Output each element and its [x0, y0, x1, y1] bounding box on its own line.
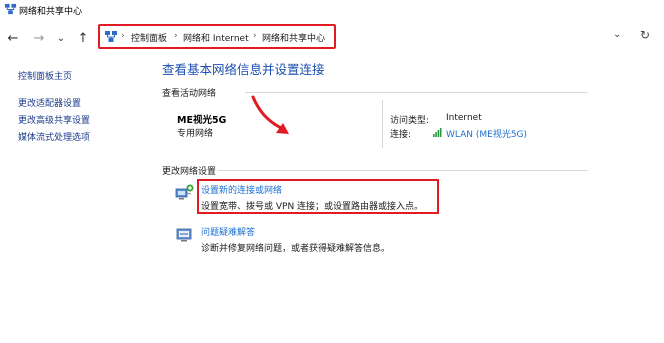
refresh-icon[interactable]: ↻: [640, 28, 650, 42]
setup-new-connection-link[interactable]: 设置新的连接或网络: [201, 183, 282, 196]
troubleshoot-link[interactable]: 问题疑难解答: [201, 225, 255, 238]
wifi-signal-icon: [433, 128, 442, 137]
forward-button[interactable]: →: [30, 29, 48, 47]
title-bar: 网络和共享中心: [0, 0, 664, 20]
network-type: 专用网络: [177, 129, 214, 139]
connection-wlan-text[interactable]: WLAN (ME视光5G): [446, 130, 527, 140]
breadcrumb-network-sharing-center[interactable]: 网络和共享中心: [262, 31, 325, 44]
sidebar-item-advanced-sharing[interactable]: 更改高级共享设置: [18, 113, 90, 126]
sidebar-item-media-streaming[interactable]: 媒体流式处理选项: [18, 130, 90, 143]
breadcrumb-control-panel[interactable]: 控制面板: [131, 31, 167, 44]
network-center-icon: [4, 3, 17, 15]
sidebar-item-change-adapter-settings[interactable]: 更改适配器设置: [18, 96, 81, 109]
forward-arrow-icon: →: [33, 30, 45, 46]
connection-wlan-link[interactable]: WLAN (ME视光5G): [446, 127, 527, 140]
up-button[interactable]: ↑: [74, 29, 92, 47]
annotation-arrow-icon: [251, 95, 289, 134]
chevron-down-icon: ⌄: [56, 32, 66, 44]
sidebar-item-control-panel-home[interactable]: 控制面板主页: [18, 69, 72, 82]
breadcrumb-network-internet[interactable]: 网络和 Internet: [183, 31, 249, 44]
vertical-divider: [382, 100, 383, 148]
setup-new-connection-desc: 设置宽带、拨号或 VPN 连接；或设置路由器或接入点。: [201, 202, 424, 212]
active-networks-label: 查看活动网络: [162, 89, 217, 99]
change-settings-label: 更改网络设置: [162, 167, 217, 177]
recent-locations-button[interactable]: ⌄: [52, 29, 70, 47]
network-name: ME视光5G: [177, 115, 227, 126]
back-button[interactable]: ←: [4, 29, 22, 47]
section-divider: [218, 170, 588, 171]
breadcrumb-separator: ›: [253, 31, 257, 41]
connections-label: 连接:: [390, 130, 412, 140]
breadcrumb-separator: ›: [174, 31, 178, 41]
new-connection-icon: [175, 184, 194, 200]
breadcrumb-separator: ›: [121, 31, 125, 41]
back-arrow-icon: ←: [7, 30, 19, 46]
access-type-value: Internet: [446, 113, 482, 123]
window-title: 网络和共享中心: [19, 7, 83, 17]
access-type-label: 访问类型:: [390, 116, 430, 126]
address-dropdown-icon[interactable]: ⌄: [613, 29, 621, 40]
up-arrow-icon: ↑: [77, 30, 89, 46]
network-center-icon: [105, 31, 117, 42]
troubleshoot-icon: [176, 228, 192, 242]
page-title: 查看基本网络信息并设置连接: [162, 62, 325, 77]
troubleshoot-desc: 诊断并修复网络问题，或者获得疑难解答信息。: [201, 244, 391, 254]
